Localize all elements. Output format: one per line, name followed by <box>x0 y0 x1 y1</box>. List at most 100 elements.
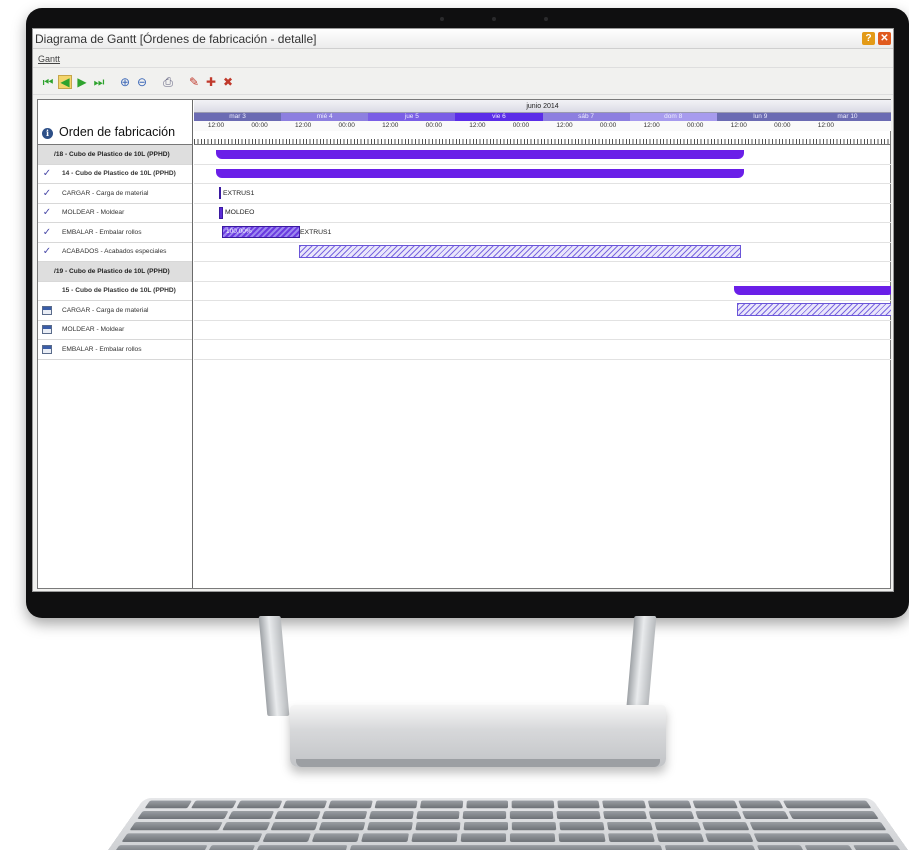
operation-row[interactable]: CARGAR - Carga de material <box>38 301 192 321</box>
order-group-row[interactable]: /18 - Cubo de Plastico de 10L (PPHD) <box>38 145 192 165</box>
window-title: Diagrama de Gantt [Órdenes de fabricació… <box>35 31 317 46</box>
timeline-hour: 00:00 <box>599 122 617 129</box>
row-label: EMBALAR - Embalar rollos <box>62 345 142 353</box>
row-label: CARGAR - Carga de material <box>62 306 149 314</box>
task-bar-cargar[interactable] <box>219 187 221 199</box>
operation-row[interactable]: ✓ CARGAR - Carga de material <box>38 184 192 204</box>
task-bar-embalar[interactable]: 100,00% <box>222 226 300 238</box>
check-icon: ✓ <box>42 207 52 219</box>
task-bar-acabados[interactable] <box>299 245 741 258</box>
timeline-day: dom 8 <box>629 113 717 121</box>
row-label: MOLDEAR - Moldear <box>62 326 125 334</box>
timeline-hour: 12:00 <box>817 122 835 129</box>
status-cell <box>38 325 56 335</box>
stand-arm-right <box>625 616 657 716</box>
order-group-row[interactable]: /19 - Cubo de Plastico de 10L (PPHD) <box>38 262 192 282</box>
timeline-month: junio 2014 <box>194 100 891 113</box>
row-label: 14 - Cubo de Plastico de 10L (PPHD) <box>62 170 176 178</box>
sensor-dot <box>440 17 444 21</box>
row-label: /19 - Cubo de Plastico de 10L (PPHD) <box>54 267 170 275</box>
timeline-day: vie 6 <box>455 113 543 121</box>
timeline-hour: 12:00 <box>556 122 573 129</box>
operation-row[interactable]: ✓ EMBALAR - Embalar rollos <box>38 223 192 243</box>
gantt-row <box>194 340 891 360</box>
check-icon: ✓ <box>42 187 52 199</box>
menu-gantt[interactable]: Gantt <box>38 54 60 64</box>
task-list-title: Orden de fabricación <box>59 125 176 139</box>
gantt-row <box>194 184 891 204</box>
timeline-hour: 00:00 <box>338 122 355 129</box>
order-row[interactable]: 15 - Cubo de Plastico de 10L (PPHD) <box>38 282 192 301</box>
calendar-icon <box>42 305 52 315</box>
row-label: 15 - Cubo de Plastico de 10L (PPHD) <box>62 287 176 295</box>
gantt-row <box>194 262 891 282</box>
timeline-hours: 12:00 00:00 12:00 00:00 12:00 00:00 12:00 00:00… <box>194 121 891 131</box>
timeline-hour: 12:00 <box>730 122 747 129</box>
timeline-hour: 00:00 <box>425 122 442 129</box>
bar-label-extrus1: EXTRUS1 <box>223 190 255 197</box>
row-label: CARGAR - Carga de material <box>62 189 149 197</box>
operation-row[interactable]: ✓ MOLDEAR - Moldear <box>38 204 192 223</box>
summary-bar-order-15[interactable] <box>734 286 891 295</box>
timeline-hour: 12:00 <box>469 122 486 129</box>
status-cell <box>38 344 56 354</box>
last-icon[interactable]: ⏭ <box>92 75 106 89</box>
operation-row[interactable]: MOLDEAR - Moldear <box>38 321 192 340</box>
calendar-icon <box>42 344 52 354</box>
timeline-day: lun 9 <box>716 113 804 121</box>
timeline-hour: 00:00 <box>512 122 530 129</box>
zoom-in-icon[interactable]: ⊕ <box>118 75 132 89</box>
title-bar: Diagrama de Gantt [Órdenes de fabricació… <box>33 29 893 49</box>
operation-row[interactable]: EMBALAR - Embalar rollos <box>38 340 192 360</box>
check-icon: ✓ <box>42 168 52 180</box>
row-label: MOLDEAR - Moldear <box>62 209 125 217</box>
check-icon: ✓ <box>42 226 52 238</box>
info-icon[interactable]: i <box>42 128 53 139</box>
bar-label-moldeo: MOLDEO <box>225 209 255 216</box>
task-bar-cargar-15[interactable] <box>737 303 891 316</box>
prev-icon[interactable]: ◀ <box>58 74 72 89</box>
gantt-row <box>194 321 891 340</box>
next-icon[interactable]: ▶ <box>75 75 89 89</box>
timeline-day: mié 4 <box>281 113 369 121</box>
timeline-hour: 12:00 <box>382 122 399 129</box>
order-row[interactable]: ✓ 14 - Cubo de Plastico de 10L (PPHD) <box>38 165 192 184</box>
timeline-hour: 12:00 <box>294 122 312 129</box>
timeline-hour: 12:00 <box>643 122 660 129</box>
mark-remove-icon[interactable]: ✖ <box>221 75 235 89</box>
timeline-hour: 00:00 <box>687 122 704 129</box>
row-label: /18 - Cubo de Plastico de 10L (PPHD) <box>54 150 170 158</box>
row-label: EMBALAR - Embalar rollos <box>62 228 142 236</box>
timeline-area[interactable]: junio 2014 mar 3 mié 4 jue 5 vie 6 sáb 7 dom … <box>194 100 891 588</box>
gantt-chart: i Orden de fabricación /18 - Cubo de Pla… <box>37 99 891 589</box>
toolbar: ⏮ ◀ ▶ ⏭ ⊕ ⊖ ⎙ ✎ ✚ ✖ <box>33 69 893 95</box>
camera-dot <box>492 17 496 21</box>
summary-bar-order-18[interactable] <box>216 150 744 159</box>
status-cell <box>38 305 56 315</box>
keyboard <box>108 797 908 850</box>
close-button[interactable]: ✕ <box>878 32 891 45</box>
operation-row[interactable]: ✓ ACABADOS - Acabados especiales <box>38 243 192 262</box>
mark-icon[interactable]: ✎ <box>187 75 201 89</box>
row-label: ACABADOS - Acabados especiales <box>62 248 167 256</box>
timeline-day: sáb 7 <box>542 113 630 121</box>
timeline-days: mar 3 mié 4 jue 5 vie 6 sáb 7 dom 8 lun 9 mar 1… <box>194 113 891 121</box>
sensor-dot <box>544 17 548 21</box>
stand-arm-left <box>258 616 290 716</box>
help-button[interactable]: ? <box>862 32 875 45</box>
timeline-hour: 00:00 <box>774 122 791 129</box>
timeline-hour: 12:00 <box>207 122 225 129</box>
zoom-out-icon[interactable]: ⊖ <box>135 75 149 89</box>
calendar-icon <box>42 325 52 335</box>
print-icon[interactable]: ⎙ <box>161 75 175 89</box>
timeline-day: mar 10 <box>803 113 891 121</box>
check-icon: ✓ <box>42 246 52 258</box>
task-list: i Orden de fabricación /18 - Cubo de Pla… <box>38 100 193 588</box>
first-icon[interactable]: ⏮ <box>41 75 55 89</box>
summary-bar-order-14[interactable] <box>216 169 744 178</box>
mark-add-icon[interactable]: ✚ <box>204 75 218 89</box>
timeline-day: mar 3 <box>194 113 282 121</box>
gantt-rows: EXTRUS1 MOLDEO 100,00% EXTRUS1 <box>194 145 891 360</box>
task-bar-moldear[interactable] <box>219 207 223 219</box>
stand-base <box>290 705 666 767</box>
